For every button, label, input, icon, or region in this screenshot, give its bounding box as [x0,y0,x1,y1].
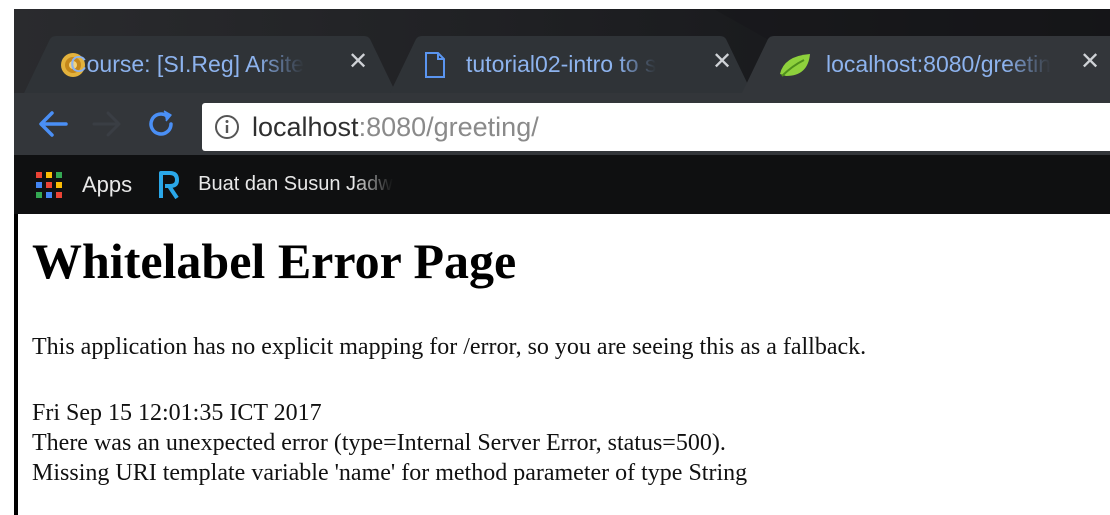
address-bar[interactable]: localhost:8080/greeting/ [202,103,1110,151]
intro-text: This application has no explicit mapping… [32,334,867,360]
apps-shortcut[interactable]: Apps [14,155,132,214]
tab-localhost-active[interactable]: localhost:8080/greetin ✕ [742,36,1110,93]
error-message: Missing URI template variable 'name' for… [32,460,748,486]
browser-toolbar: localhost:8080/greeting/ [14,93,1110,155]
letter-r-icon [159,170,180,199]
tab-course[interactable]: Course: [SI.Reg] Arsite ✕ [24,36,396,93]
close-icon[interactable]: ✕ [1080,50,1100,74]
apps-grid-icon [36,171,62,198]
timestamp: Fri Sep 15 12:01:35 ICT 2017 [32,400,322,426]
apps-label: Apps [82,171,133,197]
url-path: :8080/greeting/ [358,111,539,142]
reload-icon [149,110,173,136]
screen-left-margin [0,0,14,515]
browser-chrome: Course: [SI.Reg] Arsite ✕ tutorial02-int… [14,9,1110,214]
close-icon[interactable]: ✕ [712,50,732,74]
back-button[interactable] [36,107,70,141]
tab-title: tutorial02-intro to spri [466,51,656,77]
tab-title: localhost:8080/greetin [826,51,1052,77]
page-viewport: Whitelabel Error Page This application h… [14,214,1110,515]
tab-title: Course: [SI.Reg] Arsite [70,51,304,77]
page-title: Whitelabel Error Page [32,233,517,289]
bookmark-label: Buat dan Susun Jadw [198,173,393,195]
screen-top-margin [0,0,1110,9]
tab-tutorial[interactable]: tutorial02-intro to spri ✕ [390,36,752,93]
url-host: localhost [252,111,359,142]
arrow-left-icon [39,111,68,137]
forward-button[interactable] [90,107,124,141]
close-icon[interactable]: ✕ [348,50,368,74]
bookmarks-bar: Apps Buat dan Susun Jadw [14,155,1110,214]
reload-button[interactable] [144,107,178,141]
arrow-right-icon [92,111,121,137]
error-status: There was an unexpected error (type=Inte… [32,430,726,456]
info-icon[interactable] [214,114,240,140]
bookmark-item[interactable]: Buat dan Susun Jadw [132,155,393,214]
